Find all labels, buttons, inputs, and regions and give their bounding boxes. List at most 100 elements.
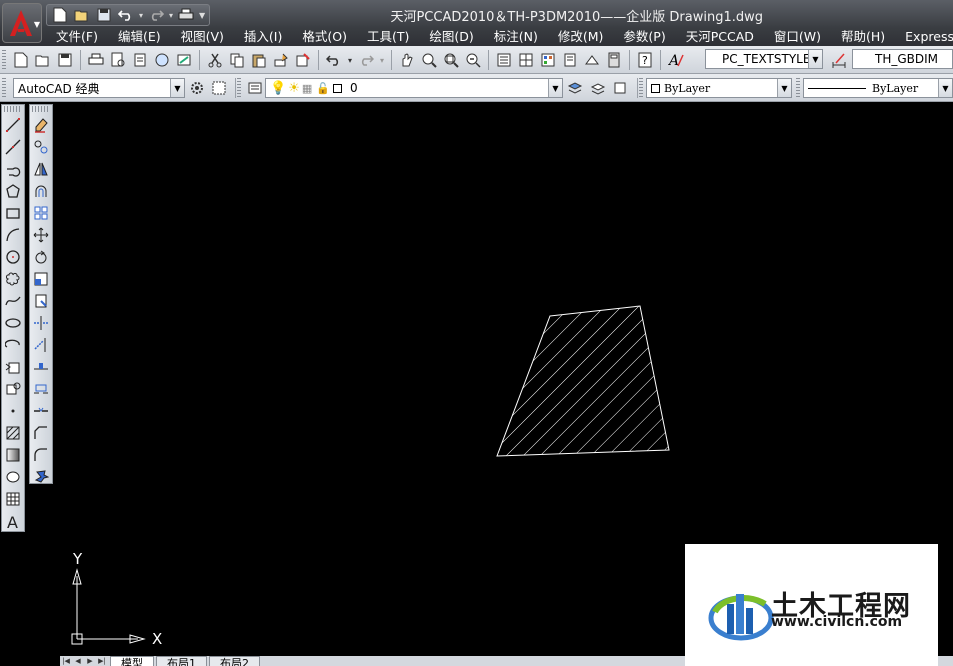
menu-view[interactable]: 视图(V) — [171, 28, 234, 46]
polygon-icon[interactable] — [2, 180, 24, 202]
table-icon[interactable] — [2, 488, 24, 510]
previous-tab-icon[interactable]: ◀ — [72, 656, 84, 666]
workspace-select[interactable]: AutoCAD 经典 ▼ — [13, 78, 185, 98]
stretch-icon[interactable] — [30, 290, 52, 312]
move-icon[interactable] — [30, 224, 52, 246]
text-style-icon[interactable]: A — [666, 50, 686, 70]
plot-preview-icon[interactable] — [108, 50, 128, 70]
publish-icon[interactable] — [130, 50, 150, 70]
toolbar-grip[interactable] — [4, 106, 22, 112]
workspace-settings-icon[interactable] — [187, 78, 207, 98]
tab-layout2[interactable]: 布局2 — [209, 656, 260, 666]
toolbar-grip[interactable] — [2, 78, 6, 98]
menu-pccad[interactable]: 天河PCCAD — [676, 28, 764, 46]
revision-cloud-icon[interactable] — [2, 268, 24, 290]
offset-icon[interactable] — [30, 180, 52, 202]
menu-express[interactable]: Express — [895, 28, 953, 46]
menu-file[interactable]: 文件(F) — [46, 28, 108, 46]
make-current-icon[interactable] — [565, 78, 585, 98]
open-icon[interactable] — [33, 50, 53, 70]
first-tab-icon[interactable]: |◀ — [60, 656, 72, 666]
mirror-icon[interactable] — [30, 158, 52, 180]
block-editor-icon[interactable] — [293, 50, 313, 70]
pan-icon[interactable] — [397, 50, 417, 70]
text-style-select[interactable]: PC_TEXTSTYLE ▼ — [705, 49, 823, 69]
layer-previous-icon[interactable] — [588, 78, 608, 98]
explode-icon[interactable] — [30, 466, 52, 488]
properties-icon[interactable] — [494, 50, 514, 70]
redo-icon[interactable] — [356, 50, 376, 70]
tool-palettes-icon[interactable] — [538, 50, 558, 70]
copy-icon[interactable] — [227, 50, 247, 70]
menu-help[interactable]: 帮助(H) — [831, 28, 895, 46]
redo-dropdown-icon[interactable]: ▾ — [378, 50, 386, 70]
undo-icon[interactable] — [324, 50, 344, 70]
menu-insert[interactable]: 插入(I) — [234, 28, 292, 46]
help-icon[interactable]: ? — [635, 50, 655, 70]
layer-states-icon[interactable] — [610, 78, 630, 98]
menu-edit[interactable]: 编辑(E) — [108, 28, 171, 46]
join-icon[interactable] — [30, 400, 52, 422]
trim-icon[interactable] — [30, 312, 52, 334]
construction-line-icon[interactable] — [2, 136, 24, 158]
save-icon[interactable] — [55, 50, 75, 70]
menu-parametric[interactable]: 参数(P) — [613, 28, 675, 46]
polyline-icon[interactable] — [2, 158, 24, 180]
plot-icon[interactable] — [86, 50, 106, 70]
color-select[interactable]: ByLayer ▼ — [646, 78, 792, 98]
last-tab-icon[interactable]: ▶| — [96, 656, 108, 666]
undo-dropdown-icon[interactable]: ▾ — [346, 50, 354, 70]
fillet-icon[interactable] — [30, 444, 52, 466]
elliptical-arc-icon[interactable] — [2, 334, 24, 356]
3d-dwf-icon[interactable] — [152, 50, 172, 70]
array-icon[interactable] — [30, 202, 52, 224]
menu-modify[interactable]: 修改(M) — [548, 28, 614, 46]
match-properties-icon[interactable] — [271, 50, 291, 70]
region-icon[interactable] — [2, 466, 24, 488]
cut-icon[interactable] — [205, 50, 225, 70]
erase-icon[interactable] — [30, 114, 52, 136]
quickcalc-icon[interactable] — [604, 50, 624, 70]
toolbar-grip[interactable] — [32, 106, 50, 112]
menu-window[interactable]: 窗口(W) — [764, 28, 831, 46]
layer-select[interactable]: 💡 ☀ ▦ 🔓 0 ▼ — [265, 78, 563, 98]
workspace-save-icon[interactable] — [209, 78, 229, 98]
tab-model[interactable]: 模型 — [110, 656, 154, 666]
qnew-icon[interactable] — [11, 50, 31, 70]
copy-object-icon[interactable] — [30, 136, 52, 158]
line-icon[interactable] — [2, 114, 24, 136]
sheet-set-icon[interactable] — [560, 50, 580, 70]
dim-style-icon[interactable] — [829, 50, 849, 70]
toolbar-grip[interactable] — [2, 50, 6, 70]
zoom-previous-icon[interactable] — [463, 50, 483, 70]
circle-icon[interactable] — [2, 246, 24, 268]
next-tab-icon[interactable]: ▶ — [84, 656, 96, 666]
linetype-select[interactable]: ByLayer ▼ — [803, 78, 953, 98]
gradient-icon[interactable] — [2, 444, 24, 466]
menu-dimension[interactable]: 标注(N) — [484, 28, 548, 46]
rotate-icon[interactable] — [30, 246, 52, 268]
hatch-icon[interactable] — [2, 422, 24, 444]
hatched-trapezoid[interactable] — [490, 299, 680, 464]
chamfer-icon[interactable] — [30, 422, 52, 444]
tab-layout1[interactable]: 布局1 — [156, 656, 207, 666]
zoom-window-icon[interactable] — [441, 50, 461, 70]
multiline-text-icon[interactable]: A — [2, 510, 24, 532]
ellipse-icon[interactable] — [2, 312, 24, 334]
make-block-icon[interactable] — [2, 378, 24, 400]
point-icon[interactable] — [2, 400, 24, 422]
break-icon[interactable] — [30, 378, 52, 400]
dim-style-select[interactable]: TH_GBDIM — [852, 49, 953, 69]
menu-draw[interactable]: 绘图(D) — [419, 28, 483, 46]
menu-tools[interactable]: 工具(T) — [357, 28, 419, 46]
scale-icon[interactable] — [30, 268, 52, 290]
paste-icon[interactable] — [249, 50, 269, 70]
extend-icon[interactable] — [30, 334, 52, 356]
rectangle-icon[interactable] — [2, 202, 24, 224]
arc-icon[interactable] — [2, 224, 24, 246]
layer-properties-icon[interactable] — [245, 78, 265, 98]
markup-icon[interactable] — [582, 50, 602, 70]
spline-icon[interactable] — [2, 290, 24, 312]
insert-block-icon[interactable] — [2, 356, 24, 378]
zoom-realtime-icon[interactable] — [419, 50, 439, 70]
